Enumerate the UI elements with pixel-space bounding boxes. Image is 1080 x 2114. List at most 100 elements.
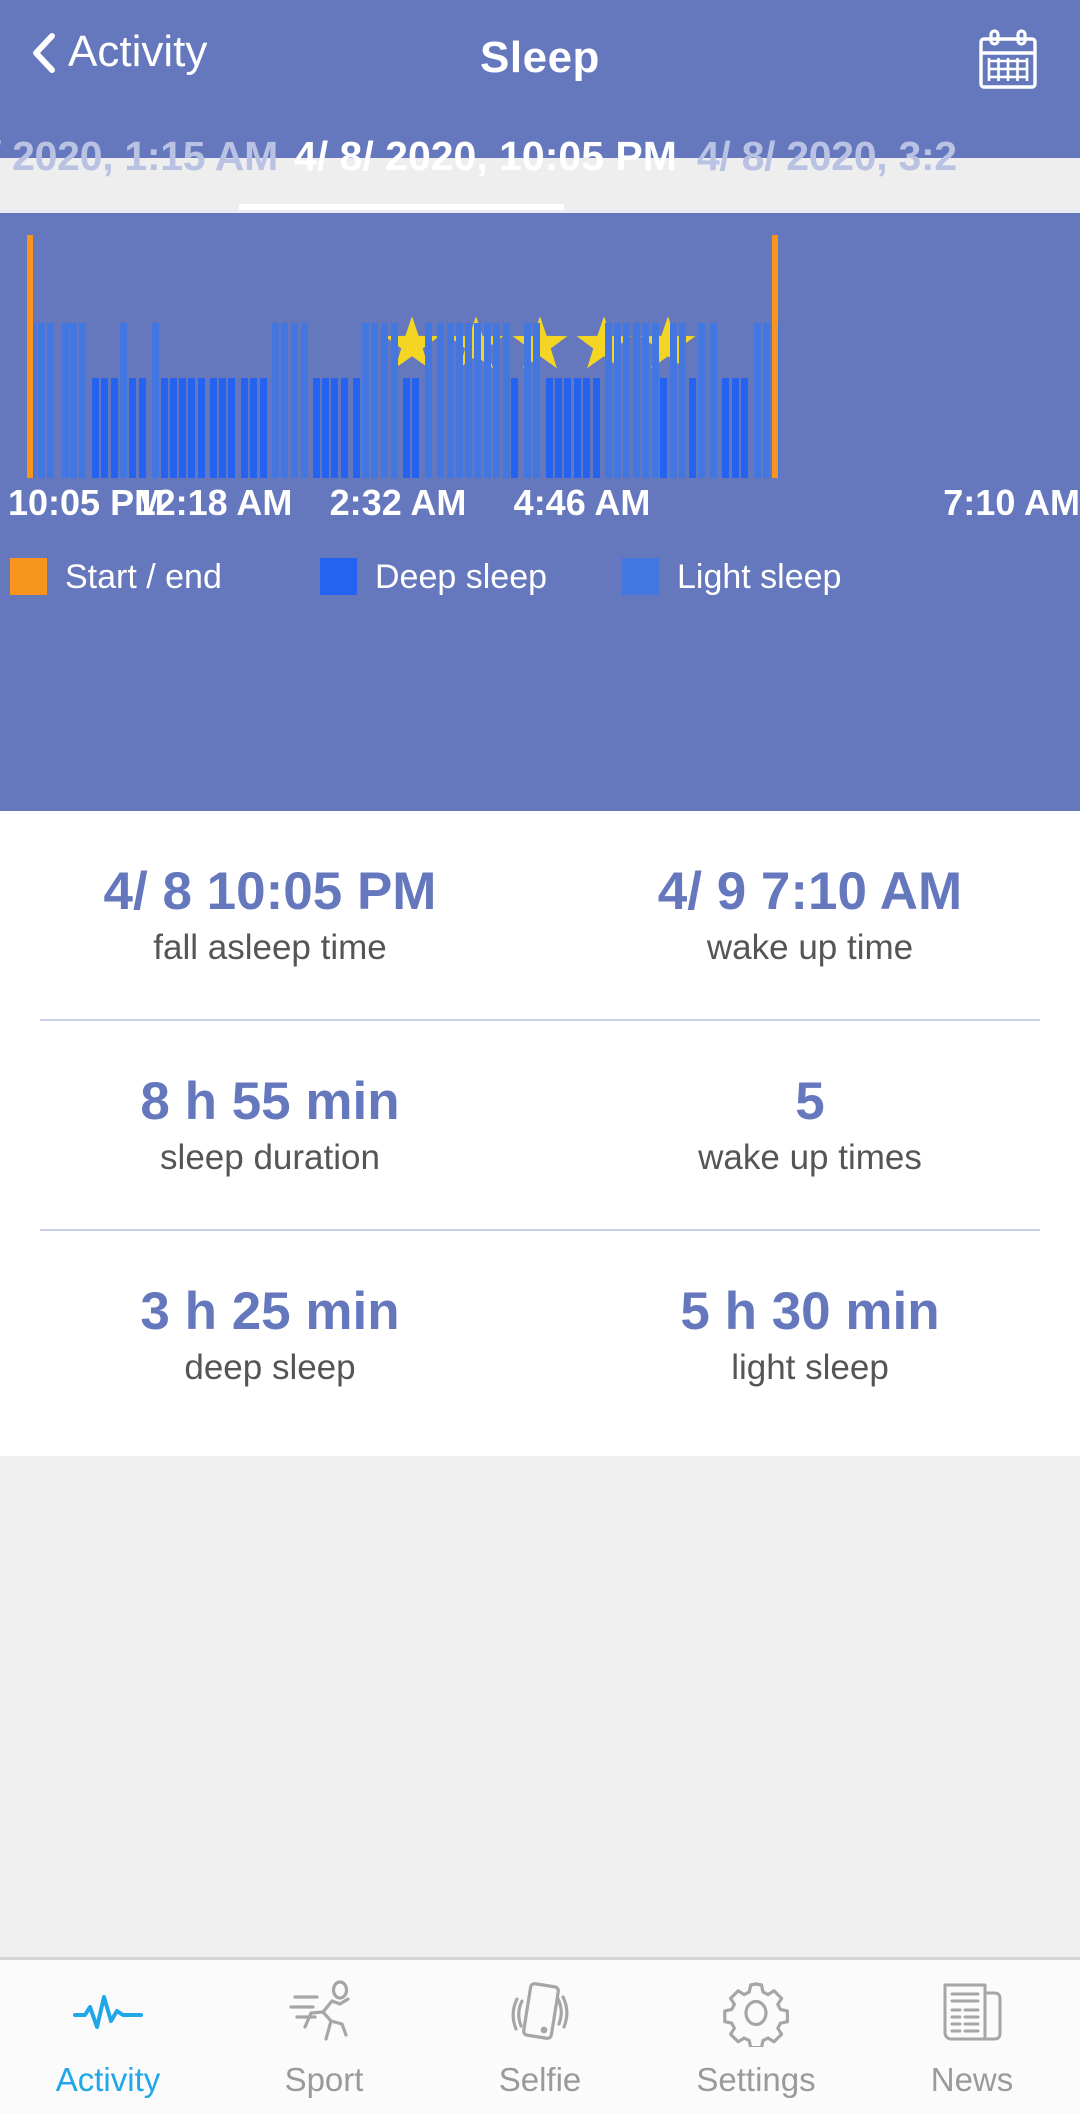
tab-activity[interactable]: Activity bbox=[0, 1960, 216, 2114]
sleep-bar bbox=[753, 323, 761, 478]
gear-icon bbox=[719, 1979, 793, 2047]
stat-label: fall asleep time bbox=[153, 928, 387, 967]
running-icon bbox=[287, 1979, 361, 2047]
sleep-bar bbox=[574, 378, 582, 478]
tab-label: News bbox=[930, 2060, 1014, 2098]
calendar-icon[interactable] bbox=[976, 28, 1040, 92]
sleep-bar bbox=[160, 378, 168, 478]
legend-label: Start / end bbox=[65, 557, 222, 596]
sleep-bar bbox=[300, 323, 308, 478]
sleep-bar bbox=[179, 378, 187, 478]
sleep-bar bbox=[732, 378, 739, 478]
sleep-bar bbox=[290, 323, 298, 478]
stat-value: 4/ 8 10:05 PM bbox=[103, 862, 437, 921]
pager-item-previous[interactable]: / 2020, 1:15 AM bbox=[0, 118, 278, 177]
sleep-bar bbox=[483, 323, 491, 478]
sleep-bar bbox=[390, 323, 398, 478]
pager-item-next[interactable]: 4/ 8/ 2020, 3:2 bbox=[697, 118, 957, 177]
sleep-bar bbox=[455, 323, 463, 478]
stat-wake-up-time: 4/ 9 7:10 AM wake up time bbox=[540, 811, 1080, 1019]
sleep-bar bbox=[524, 323, 532, 478]
pager-item-active[interactable]: 4/ 8/ 2020, 10:05 PM bbox=[294, 118, 677, 177]
sleep-bar bbox=[169, 378, 177, 478]
sleep-bar bbox=[412, 378, 420, 478]
sleep-bar bbox=[322, 378, 330, 478]
x-axis-tick-label: 2:32 AM bbox=[329, 482, 467, 523]
sleep-bar bbox=[402, 378, 410, 478]
stats-row: 4/ 8 10:05 PM fall asleep time 4/ 9 7:10… bbox=[0, 811, 1080, 1019]
sleep-bar bbox=[641, 323, 649, 478]
chart-x-axis: 10:05 PM 12:18 AM 2:32 AM 4:46 AM 7:10 AM bbox=[0, 485, 1080, 533]
sleep-bar bbox=[259, 378, 267, 478]
tab-selfie[interactable]: Selfie bbox=[432, 1960, 648, 2114]
legend-item: Deep sleep bbox=[320, 558, 547, 595]
tab-label: Selfie bbox=[498, 2060, 582, 2098]
legend-label: Light sleep bbox=[677, 557, 842, 596]
stat-value: 5 h 30 min bbox=[680, 1282, 940, 1341]
legend-label: Deep sleep bbox=[375, 557, 548, 596]
sleep-bar bbox=[436, 323, 444, 478]
sleep-bar bbox=[79, 323, 87, 478]
legend-swatch bbox=[10, 558, 47, 595]
phone-shake-icon bbox=[503, 1979, 577, 2047]
sleep-bar bbox=[660, 378, 668, 478]
stat-light-sleep: 5 h 30 min light sleep bbox=[540, 1231, 1080, 1439]
tab-news[interactable]: News bbox=[864, 1960, 1080, 2114]
stat-sleep-duration: 8 h 55 min sleep duration bbox=[0, 1021, 540, 1229]
sleep-bar bbox=[371, 323, 379, 478]
sleep-bar bbox=[61, 323, 69, 478]
sleep-bar bbox=[312, 378, 320, 478]
stat-label: deep sleep bbox=[184, 1348, 356, 1387]
sleep-screen: Activity Sleep / 2020, 1:15 AM 4/ 8/ 202… bbox=[0, 0, 1080, 2114]
sleep-bar bbox=[592, 378, 600, 478]
sleep-bar bbox=[352, 378, 360, 478]
stats-row: 3 h 25 min deep sleep 5 h 30 min light s… bbox=[0, 1231, 1080, 1439]
sleep-bar bbox=[228, 378, 236, 478]
sleep-phase-chart[interactable] bbox=[0, 213, 1080, 478]
sleep-bar bbox=[70, 323, 78, 478]
stat-label: light sleep bbox=[731, 1348, 889, 1387]
sleep-stats-card: 4/ 8 10:05 PM fall asleep time 4/ 9 7:10… bbox=[0, 811, 1080, 1456]
sleep-bar bbox=[110, 378, 118, 478]
sleep-bar bbox=[492, 323, 500, 478]
sleep-bar bbox=[632, 323, 640, 478]
empty-area bbox=[0, 1456, 1080, 1957]
sleep-bar bbox=[138, 378, 146, 478]
sleep-bar bbox=[47, 323, 55, 478]
sleep-bar bbox=[511, 378, 519, 478]
tab-label: Activity bbox=[55, 2060, 161, 2098]
sleep-chart-panel: 10:05 PM 12:18 AM 2:32 AM 4:46 AM 7:10 AM St… bbox=[0, 213, 1080, 811]
pulse-icon bbox=[71, 1979, 145, 2047]
sleep-bar bbox=[129, 378, 137, 478]
sleep-bar bbox=[331, 378, 339, 478]
sleep-bar bbox=[722, 378, 730, 478]
sleep-bar bbox=[381, 323, 389, 478]
sleep-bar bbox=[209, 378, 217, 478]
sleep-bar bbox=[564, 378, 572, 478]
sleep-bar bbox=[651, 323, 659, 478]
sleep-bar bbox=[614, 323, 622, 478]
sleep-bar bbox=[425, 323, 433, 478]
legend-swatch bbox=[622, 558, 659, 595]
stat-value: 8 h 55 min bbox=[140, 1072, 400, 1131]
x-axis-tick-label: 4:46 AM bbox=[513, 482, 651, 523]
bottom-tab-bar[interactable]: Activity Sport Selfie Settings News bbox=[0, 1957, 1080, 2114]
sleep-bar bbox=[340, 378, 348, 478]
sleep-bar bbox=[250, 378, 257, 478]
sleep-bar bbox=[697, 323, 705, 478]
start-end-marker bbox=[772, 235, 778, 478]
sleep-bar bbox=[218, 378, 226, 478]
sleep-bar bbox=[151, 323, 159, 478]
sleep-bar bbox=[241, 378, 249, 478]
stat-value: 4/ 9 7:10 AM bbox=[657, 862, 963, 921]
sleep-bar bbox=[197, 378, 205, 478]
legend-item: Light sleep bbox=[622, 558, 841, 595]
tab-sport[interactable]: Sport bbox=[216, 1960, 432, 2114]
sleep-bar bbox=[502, 323, 510, 478]
tab-settings[interactable]: Settings bbox=[648, 1960, 864, 2114]
sleep-bar bbox=[670, 323, 678, 478]
sleep-bar bbox=[555, 378, 563, 478]
stat-value: 5 bbox=[795, 1072, 825, 1131]
sleep-bar bbox=[272, 323, 280, 478]
sleep-bar bbox=[474, 323, 482, 478]
